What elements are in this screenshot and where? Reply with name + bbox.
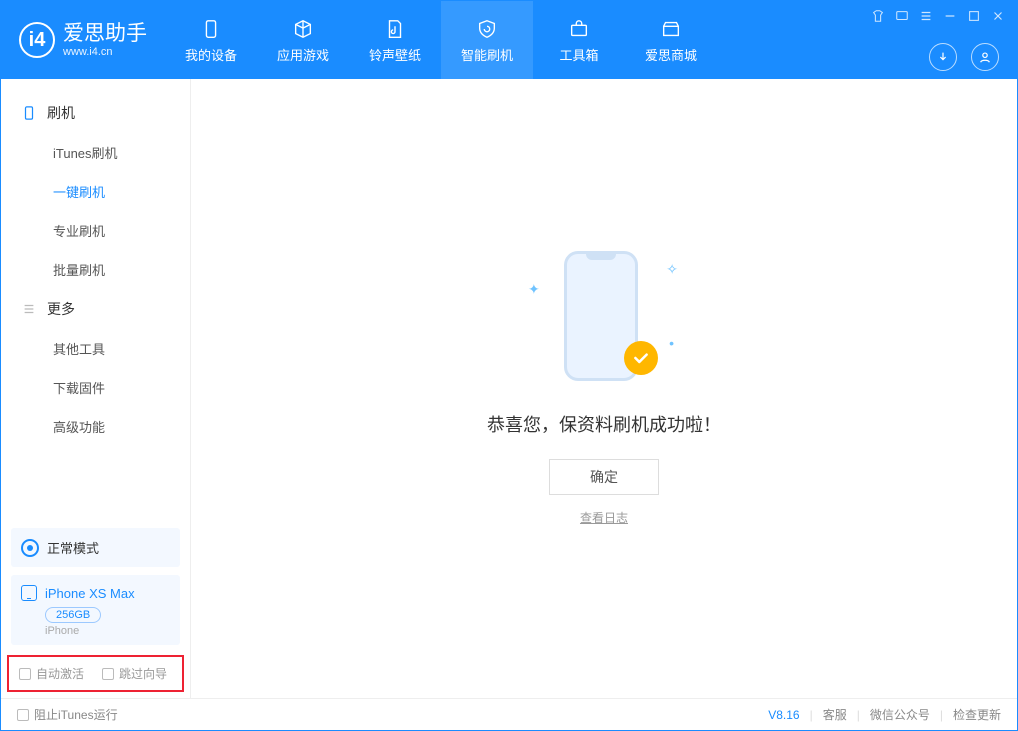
view-log-link[interactable]: 查看日志: [580, 509, 628, 526]
checkbox-auto-activate[interactable]: 自动激活: [19, 665, 84, 682]
sidebar-category-more: 更多: [1, 289, 190, 329]
checkbox-skip-guide[interactable]: 跳过向导: [102, 665, 167, 682]
footer-link-wechat[interactable]: 微信公众号: [870, 706, 930, 723]
success-illustration: ✦ ✧ •: [544, 251, 664, 391]
nav-my-device[interactable]: 我的设备: [165, 1, 257, 79]
sidebar-item-itunes-flash[interactable]: iTunes刷机: [1, 133, 190, 172]
nav-label: 铃声壁纸: [369, 45, 421, 64]
sidebar-item-pro-flash[interactable]: 专业刷机: [1, 211, 190, 250]
sidebar-item-advanced[interactable]: 高级功能: [1, 407, 190, 446]
close-icon[interactable]: [991, 9, 1005, 23]
minimize-icon[interactable]: [943, 9, 957, 23]
mode-label: 正常模式: [47, 538, 99, 557]
footer-link-support[interactable]: 客服: [823, 706, 847, 723]
flash-options-row: 自动激活 跳过向导: [7, 655, 184, 692]
logo-area: i4 爱思助手 www.i4.cn: [13, 22, 165, 58]
app-title: 爱思助手: [63, 22, 147, 45]
checkbox-icon: [19, 668, 31, 680]
user-button[interactable]: [971, 43, 999, 71]
menu-icon[interactable]: [919, 9, 933, 23]
checkbox-label: 跳过向导: [119, 665, 167, 682]
sidebar-item-oneclick-flash[interactable]: 一键刷机: [1, 172, 190, 211]
nav-smart-flash[interactable]: 智能刷机: [441, 1, 533, 79]
nav-label: 工具箱: [559, 45, 598, 64]
shield-refresh-icon: [475, 17, 499, 41]
list-icon: [21, 301, 37, 317]
main-nav: 我的设备 应用游戏 铃声壁纸 智能刷机 工具箱 爱思商城: [165, 1, 717, 79]
nav-label: 我的设备: [185, 45, 237, 64]
sidebar-item-other-tools[interactable]: 其他工具: [1, 329, 190, 368]
status-bar: 阻止iTunes运行 V8.16 | 客服 | 微信公众号 | 检查更新: [1, 698, 1017, 730]
app-subtitle: www.i4.cn: [63, 46, 147, 58]
app-logo-icon: i4: [19, 22, 55, 58]
sparkle-icon: ✧: [666, 261, 678, 278]
device-name: iPhone XS Max: [45, 586, 135, 601]
main-content: ✦ ✧ • 恭喜您，保资料刷机成功啦！ 确定 查看日志: [191, 79, 1017, 698]
checkbox-label: 自动激活: [36, 665, 84, 682]
phone-icon: [21, 105, 37, 121]
nav-store[interactable]: 爱思商城: [625, 1, 717, 79]
checkbox-label: 阻止iTunes运行: [34, 706, 118, 723]
nav-label: 应用游戏: [277, 45, 329, 64]
sparkle-icon: ✦: [528, 281, 540, 298]
nav-label: 智能刷机: [461, 45, 513, 64]
sidebar-item-download-firmware[interactable]: 下载固件: [1, 368, 190, 407]
nav-toolbox[interactable]: 工具箱: [533, 1, 625, 79]
nav-label: 爱思商城: [645, 45, 697, 64]
store-icon: [659, 17, 683, 41]
feedback-icon[interactable]: [895, 9, 909, 23]
checkbox-icon: [102, 668, 114, 680]
maximize-icon[interactable]: [967, 9, 981, 23]
footer-link-update[interactable]: 检查更新: [953, 706, 1001, 723]
window-controls: [871, 9, 1005, 23]
app-header: i4 爱思助手 www.i4.cn 我的设备 应用游戏 铃声壁纸 智能刷机 工具…: [1, 1, 1017, 79]
checkbox-icon: [17, 709, 29, 721]
download-button[interactable]: [929, 43, 957, 71]
cube-icon: [291, 17, 315, 41]
sidebar-item-batch-flash[interactable]: 批量刷机: [1, 250, 190, 289]
ok-button[interactable]: 确定: [549, 459, 659, 495]
toolbox-icon: [567, 17, 591, 41]
sparkle-icon: •: [669, 335, 674, 351]
sidebar: 刷机 iTunes刷机 一键刷机 专业刷机 批量刷机 更多 其他工具 下载固件 …: [1, 79, 191, 698]
nav-ringtones-wallpapers[interactable]: 铃声壁纸: [349, 1, 441, 79]
device-type: iPhone: [45, 625, 170, 637]
sidebar-cat-label: 更多: [47, 299, 75, 319]
version-label: V8.16: [768, 708, 799, 722]
device-phone-icon: [21, 585, 37, 601]
sidebar-cat-label: 刷机: [47, 103, 75, 123]
mode-card[interactable]: 正常模式: [11, 528, 180, 567]
shirt-icon[interactable]: [871, 9, 885, 23]
device-card[interactable]: iPhone XS Max 256GB iPhone: [11, 575, 180, 645]
device-capacity-badge: 256GB: [45, 607, 101, 623]
checkbox-block-itunes[interactable]: 阻止iTunes运行: [17, 706, 118, 723]
success-message: 恭喜您，保资料刷机成功啦！: [487, 411, 721, 437]
music-file-icon: [383, 17, 407, 41]
mode-indicator-icon: [21, 539, 39, 557]
header-actions: [929, 43, 999, 71]
check-badge-icon: [624, 341, 658, 375]
nav-apps-games[interactable]: 应用游戏: [257, 1, 349, 79]
sidebar-category-flash: 刷机: [1, 93, 190, 133]
device-icon: [199, 17, 223, 41]
